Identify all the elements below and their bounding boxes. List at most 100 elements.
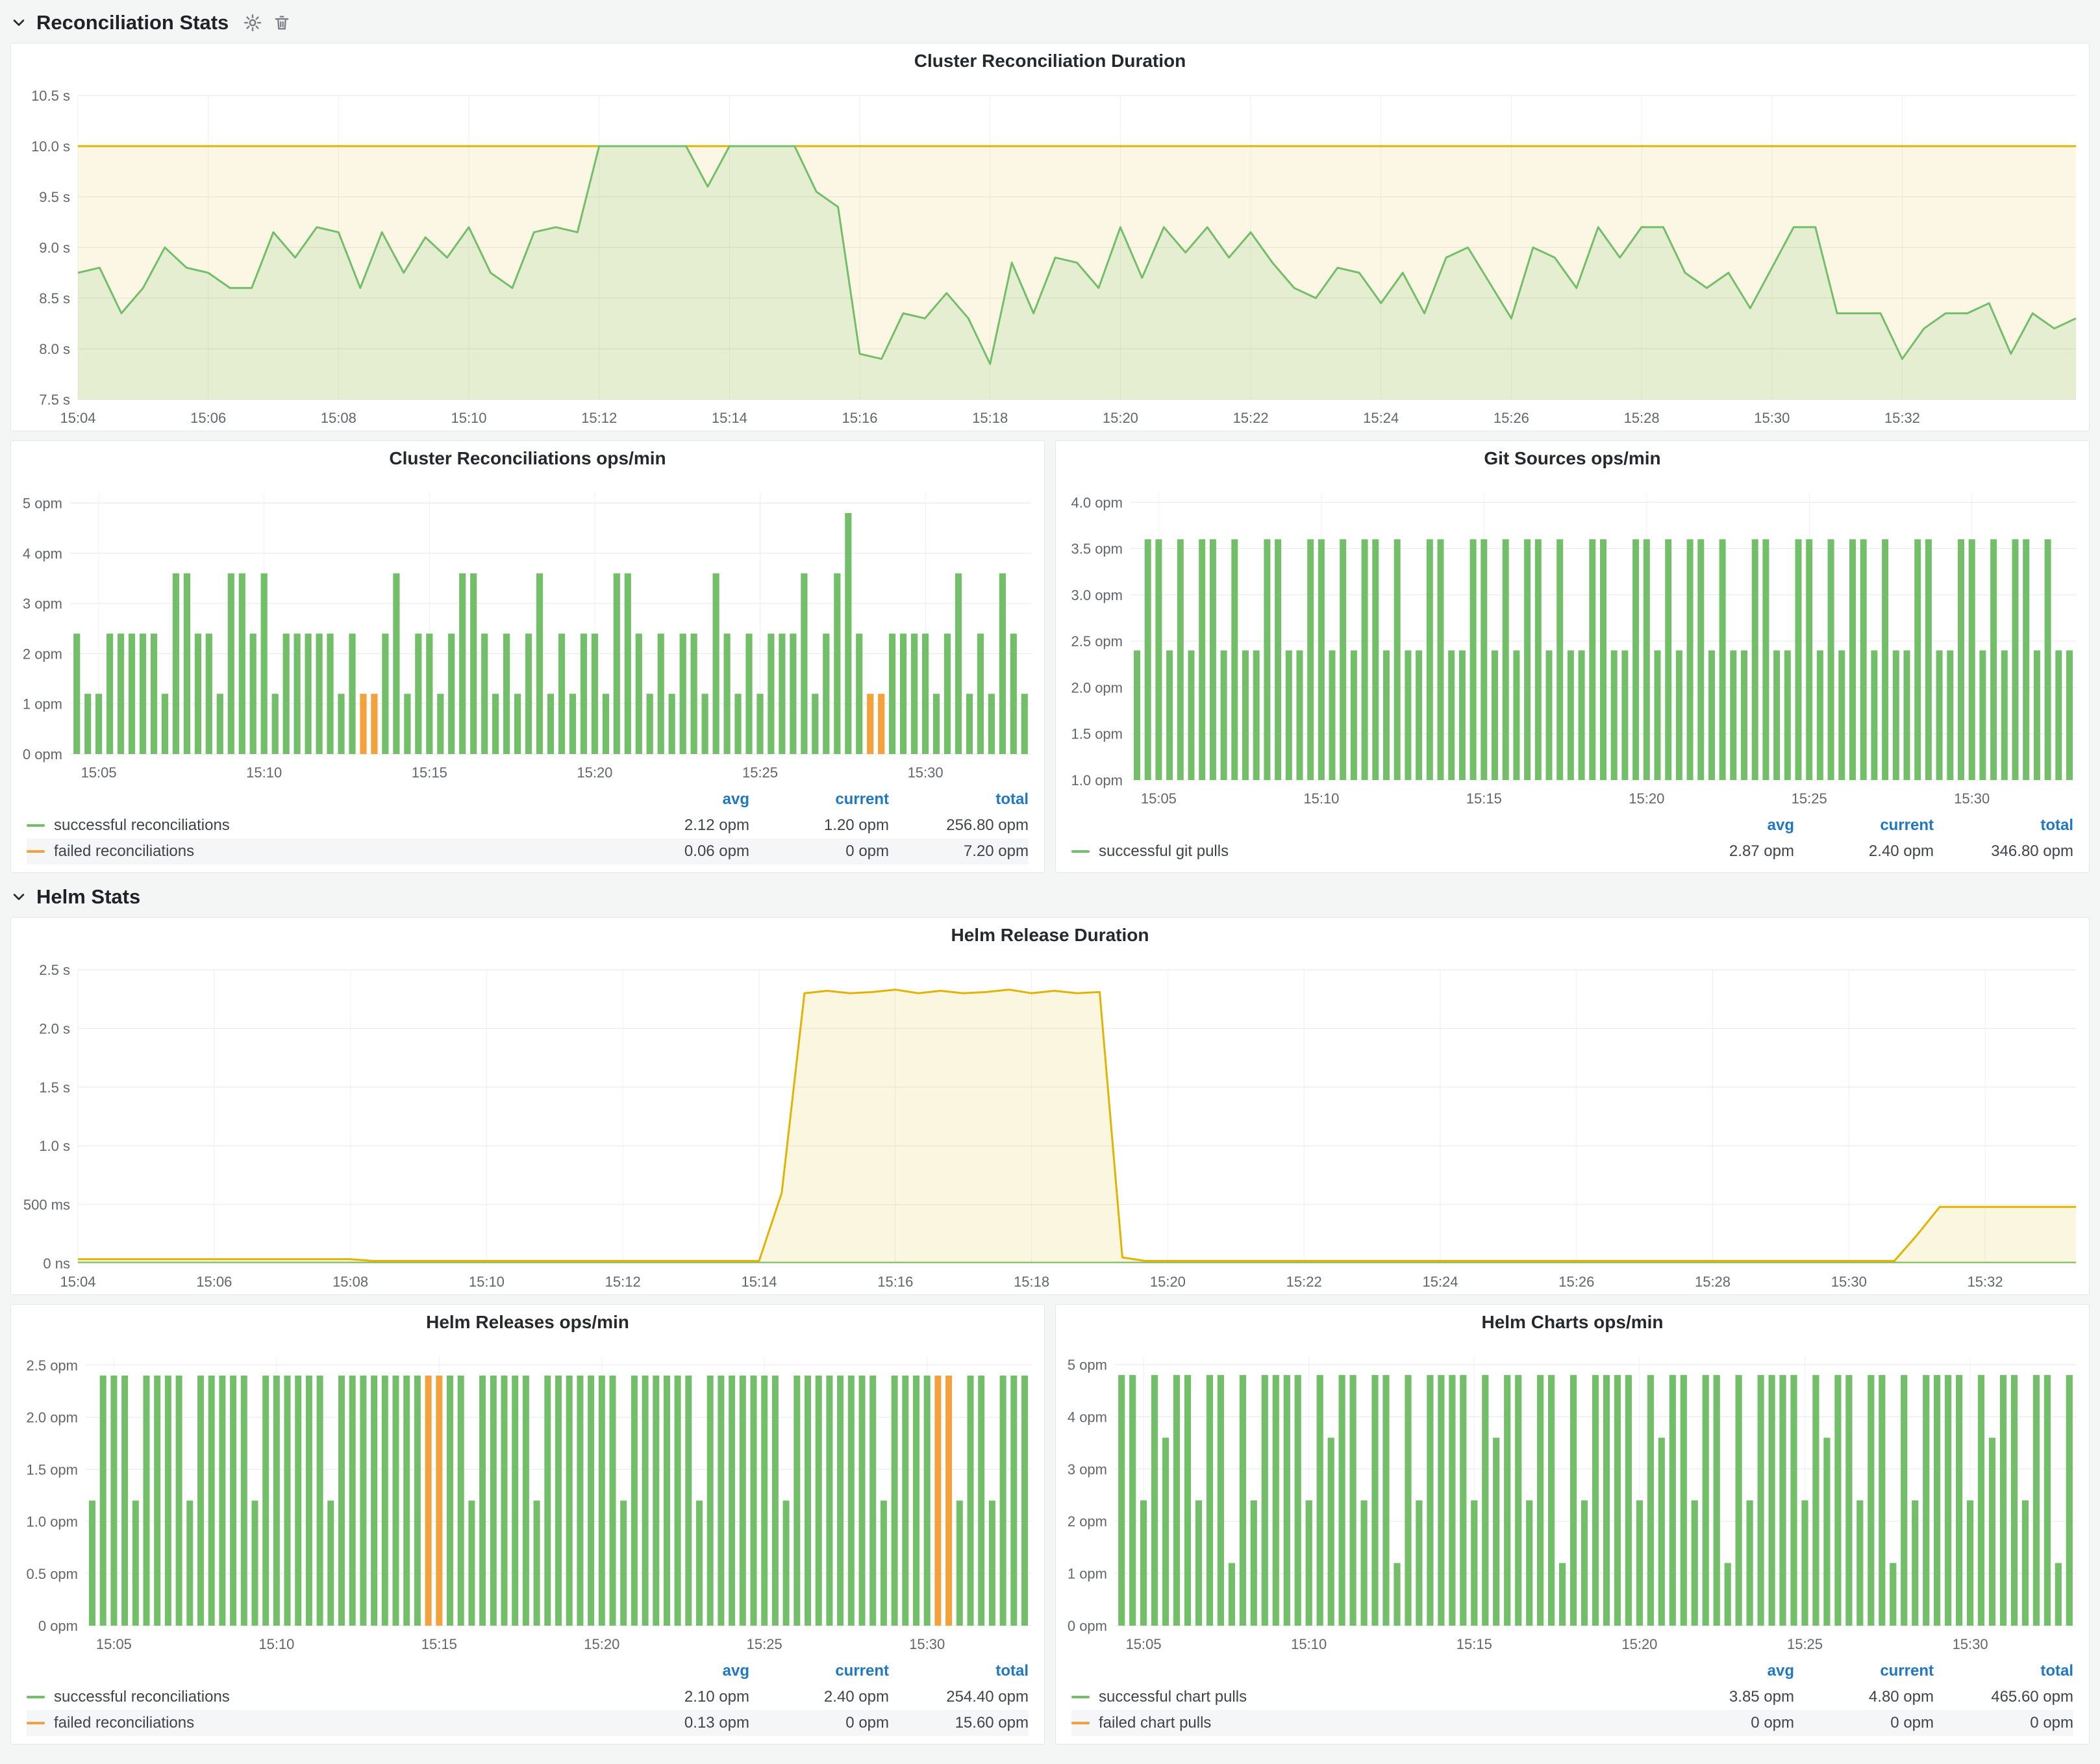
- legend-row[interactable]: failed chart pulls0 opm0 opm0 opm: [1071, 1710, 2073, 1736]
- svg-text:0 opm: 0 opm: [1068, 1618, 1107, 1634]
- svg-text:2.5 opm: 2.5 opm: [1071, 633, 1123, 649]
- legend-row[interactable]: failed reconciliations0.06 opm0 opm7.20 …: [27, 838, 1029, 864]
- svg-text:2.0 opm: 2.0 opm: [27, 1409, 79, 1426]
- svg-text:8.5 s: 8.5 s: [39, 290, 70, 307]
- legend-sort-header[interactable]: current: [749, 1662, 889, 1680]
- legend-header-row: avgcurrenttotal: [1071, 1658, 2073, 1684]
- chart-cluster-reconciliations-ops[interactable]: 15:0515:1015:1515:2015:2515:300 opm1 opm…: [11, 476, 1044, 785]
- svg-text:9.5 s: 9.5 s: [39, 189, 70, 205]
- legend-value: 4.80 opm: [1794, 1688, 1934, 1706]
- svg-text:7.5 s: 7.5 s: [39, 392, 70, 408]
- svg-text:2 opm: 2 opm: [1068, 1513, 1107, 1530]
- legend-series-label[interactable]: successful git pulls: [1099, 842, 1229, 861]
- svg-text:15:28: 15:28: [1624, 410, 1660, 426]
- section-title: Helm Stats: [36, 885, 140, 909]
- svg-text:1.5 opm: 1.5 opm: [1071, 726, 1123, 742]
- gear-icon[interactable]: [243, 13, 262, 32]
- svg-text:0.5 opm: 0.5 opm: [27, 1566, 79, 1582]
- svg-text:1 opm: 1 opm: [23, 696, 62, 712]
- svg-text:15:08: 15:08: [332, 1274, 368, 1290]
- chevron-down-icon: [12, 16, 26, 30]
- svg-text:15:15: 15:15: [421, 1636, 457, 1652]
- legend-series-label[interactable]: successful reconciliations: [54, 816, 230, 835]
- legend-value: 0 opm: [749, 842, 889, 861]
- svg-text:15:14: 15:14: [712, 410, 747, 426]
- chart-helm-releases-ops[interactable]: 15:0515:1015:1515:2015:2515:300 opm0.5 o…: [11, 1340, 1044, 1657]
- legend-row[interactable]: successful git pulls2.87 opm2.40 opm346.…: [1071, 838, 2073, 864]
- panel-title[interactable]: Cluster Reconciliations ops/min: [11, 441, 1044, 476]
- panel-title[interactable]: Helm Releases ops/min: [11, 1305, 1044, 1340]
- svg-text:0 opm: 0 opm: [23, 746, 62, 762]
- svg-text:15:20: 15:20: [584, 1636, 619, 1652]
- svg-text:2.0 opm: 2.0 opm: [1071, 679, 1123, 696]
- chart-cluster-reconciliation-duration[interactable]: 15:0415:0615:0815:1015:1215:1415:1615:18…: [11, 79, 2089, 431]
- svg-text:15:15: 15:15: [412, 764, 447, 781]
- legend-sort-header[interactable]: total: [889, 1662, 1029, 1680]
- svg-text:15:28: 15:28: [1695, 1274, 1731, 1290]
- svg-text:1.5 opm: 1.5 opm: [27, 1461, 79, 1478]
- svg-text:15:05: 15:05: [1141, 790, 1177, 807]
- svg-text:15:04: 15:04: [60, 410, 95, 426]
- trash-icon[interactable]: [273, 14, 291, 32]
- legend-sort-header[interactable]: current: [1794, 816, 1934, 835]
- svg-text:15:20: 15:20: [577, 764, 612, 781]
- legend-sort-header[interactable]: avg: [1655, 1662, 1794, 1680]
- legend-sort-header[interactable]: avg: [610, 790, 749, 809]
- legend-row[interactable]: failed reconciliations0.13 opm0 opm15.60…: [27, 1710, 1029, 1736]
- svg-text:15:04: 15:04: [60, 1274, 95, 1290]
- svg-text:15:10: 15:10: [1291, 1636, 1327, 1652]
- svg-text:5 opm: 5 opm: [23, 496, 62, 512]
- section-header-reconciliation-stats[interactable]: Reconciliation Stats: [12, 8, 2090, 38]
- legend: avgcurrenttotal successful reconciliation…: [11, 785, 1044, 872]
- svg-text:15:05: 15:05: [96, 1636, 132, 1652]
- svg-text:1.0 opm: 1.0 opm: [1071, 772, 1123, 788]
- panel-title[interactable]: Helm Release Duration: [11, 918, 2089, 953]
- legend-series-marker: [1071, 1722, 1090, 1724]
- panel-helm-charts-ops: Helm Charts ops/min 15:0515:1015:1515:20…: [1055, 1304, 2090, 1745]
- legend: avgcurrenttotalsuccessful chart pulls3.8…: [1056, 1657, 2089, 1744]
- legend-sort-header[interactable]: total: [889, 790, 1029, 809]
- panel-git-sources-ops: Git Sources ops/min 15:0515:1015:1515:20…: [1055, 440, 2090, 873]
- svg-text:15:30: 15:30: [1831, 1274, 1867, 1290]
- chart-helm-release-duration[interactable]: 15:0415:0615:0815:1015:1215:1415:1615:18…: [11, 953, 2089, 1294]
- svg-text:15:08: 15:08: [321, 410, 356, 426]
- svg-text:15:14: 15:14: [741, 1274, 777, 1290]
- svg-text:1.0 s: 1.0 s: [39, 1138, 70, 1154]
- legend-series-label[interactable]: failed reconciliations: [54, 842, 194, 861]
- legend-series-label[interactable]: successful chart pulls: [1099, 1688, 1247, 1706]
- svg-text:15:05: 15:05: [81, 764, 117, 781]
- legend-value: 0.06 opm: [610, 842, 749, 861]
- legend-sort-header[interactable]: total: [1934, 1662, 2073, 1680]
- legend-row[interactable]: successful reconciliations2.10 opm2.40 o…: [27, 1684, 1029, 1710]
- panel-title[interactable]: Git Sources ops/min: [1056, 441, 2089, 476]
- legend-sort-header[interactable]: current: [749, 790, 889, 809]
- panel-row: Cluster Reconciliations ops/min 15:0515:…: [10, 440, 2090, 873]
- svg-text:15:10: 15:10: [258, 1636, 294, 1652]
- legend-row[interactable]: successful chart pulls3.85 opm4.80 opm46…: [1071, 1684, 2073, 1710]
- panel-helm-release-duration: Helm Release Duration 15:0415:0615:0815:…: [10, 917, 2090, 1295]
- section-header-helm-stats[interactable]: Helm Stats: [12, 882, 2090, 912]
- legend-sort-header[interactable]: total: [1934, 816, 2073, 835]
- legend-series-marker: [27, 850, 45, 853]
- svg-text:1.5 s: 1.5 s: [39, 1079, 70, 1096]
- legend-sort-header[interactable]: avg: [1655, 816, 1794, 835]
- panel-title[interactable]: Helm Charts ops/min: [1056, 1305, 2089, 1340]
- chart-git-sources-ops[interactable]: 15:0515:1015:1515:2015:2515:301.0 opm1.5…: [1056, 476, 2089, 811]
- legend-value: 346.80 opm: [1934, 842, 2073, 861]
- legend-value: 2.40 opm: [749, 1688, 889, 1706]
- legend-series-label[interactable]: failed reconciliations: [54, 1714, 194, 1732]
- svg-text:15:26: 15:26: [1558, 1274, 1594, 1290]
- svg-text:3.5 opm: 3.5 opm: [1071, 541, 1123, 557]
- legend-series-label[interactable]: successful reconciliations: [54, 1688, 230, 1706]
- legend-sort-header[interactable]: avg: [610, 1662, 749, 1680]
- chart-helm-charts-ops[interactable]: 15:0515:1015:1515:2015:2515:300 opm1 opm…: [1056, 1340, 2089, 1657]
- svg-text:15:30: 15:30: [909, 1636, 945, 1652]
- panel-cluster-reconciliations-ops: Cluster Reconciliations ops/min 15:05 15:…: [10, 440, 1045, 873]
- legend-series-label[interactable]: failed chart pulls: [1099, 1714, 1211, 1732]
- svg-text:15:12: 15:12: [581, 410, 617, 426]
- legend-row[interactable]: successful reconciliations2.12 opm1.20 o…: [27, 813, 1029, 838]
- legend-sort-header[interactable]: current: [1794, 1662, 1934, 1680]
- svg-text:15:30: 15:30: [1953, 1636, 1988, 1652]
- panel-title[interactable]: Cluster Reconciliation Duration: [11, 44, 2089, 79]
- svg-text:15:20: 15:20: [1629, 790, 1664, 807]
